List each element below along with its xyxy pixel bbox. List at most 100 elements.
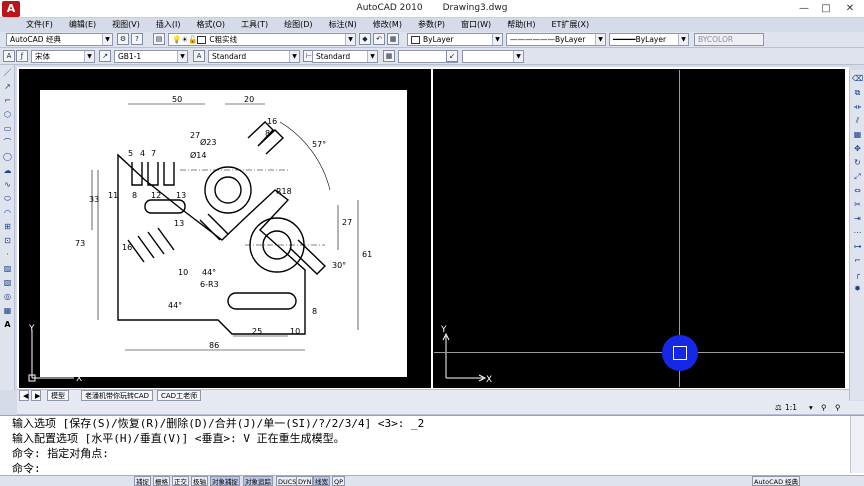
rectangle-icon[interactable]: ▭ (2, 123, 13, 134)
gear-icon[interactable]: ⚙ (117, 33, 129, 45)
menu-help[interactable]: 帮助(H) (501, 18, 545, 32)
status-workspace[interactable]: AutoCAD 经典 (752, 476, 801, 486)
menu-tools[interactable]: 工具(T) (235, 18, 278, 32)
menu-edit[interactable]: 编辑(E) (63, 18, 106, 32)
trim-icon[interactable]: ✂ (852, 199, 863, 210)
layout-tabs: ◀ ▶ 模型 老潘机带你玩转CAD CAD工老师 (17, 389, 849, 401)
status-grid[interactable]: 栅格 (153, 476, 170, 486)
dim-style-select[interactable]: Standard ▼ (312, 50, 378, 63)
status-lineweight[interactable]: 线宽 (313, 476, 330, 486)
layer-manager-icon[interactable]: ▤ (153, 33, 165, 45)
multiline-text-icon[interactable]: A (2, 319, 13, 330)
scale-icon[interactable]: ⤢ (852, 171, 863, 182)
command-input[interactable]: 命令: (12, 461, 864, 475)
color-select[interactable]: ByLayer ▼ (407, 33, 503, 46)
multileader-style-select[interactable]: ▼ (462, 50, 524, 63)
table-style-icon[interactable]: ▦ (383, 50, 395, 62)
hatch-icon[interactable]: ▨ (2, 263, 13, 274)
mirror-icon[interactable]: ⟚ (852, 101, 863, 112)
point-icon[interactable]: · (2, 249, 13, 260)
minimize-button[interactable]: — (796, 2, 812, 15)
ellipse-arc-icon[interactable]: ◠ (2, 207, 13, 218)
tab-layout-2[interactable]: CAD工老师 (157, 390, 202, 401)
text-style-select[interactable]: Standard ▼ (208, 50, 300, 63)
status-ortho[interactable]: 正交 (172, 476, 189, 486)
join-icon[interactable]: ⊶ (852, 241, 863, 252)
arc-icon[interactable]: ⌒ (2, 137, 13, 148)
menu-draw[interactable]: 绘图(D) (278, 18, 322, 32)
line-icon[interactable]: ／ (2, 67, 13, 78)
menu-express[interactable]: ET扩展(X) (545, 18, 599, 32)
menu-window[interactable]: 窗口(W) (455, 18, 501, 32)
maximize-button[interactable]: □ (818, 2, 834, 15)
multileader-style-icon[interactable]: ↙ (446, 50, 458, 62)
menu-file[interactable]: 文件(F) (20, 18, 63, 32)
spline-icon[interactable]: ∿ (2, 179, 13, 190)
offset-icon[interactable]: ⫽ (852, 115, 863, 126)
annotation-visibility-icon[interactable]: ⚲ (821, 401, 827, 414)
gradient-icon[interactable]: ▧ (2, 277, 13, 288)
fillet-icon[interactable]: ╭ (852, 269, 863, 280)
copy-icon[interactable]: ⧉ (852, 87, 863, 98)
status-osnap[interactable]: 对象捕捉 (210, 476, 240, 486)
styles-toolbar: A ƒ 宋体 ▼ ↗ GB1-1 ▼ A Standard ▼ ⊢ Standard ▼… (0, 48, 864, 65)
status-snap[interactable]: 捕捉 (134, 476, 151, 486)
layer-previous-icon[interactable]: ↶ (373, 33, 385, 45)
revision-cloud-icon[interactable]: ☁ (2, 165, 13, 176)
menu-view[interactable]: 视图(V) (106, 18, 150, 32)
table-icon[interactable]: ▦ (2, 305, 13, 316)
font-icon[interactable]: ƒ (16, 50, 28, 62)
erase-icon[interactable]: ⌫ (852, 73, 863, 84)
extend-icon[interactable]: ⇥ (852, 213, 863, 224)
font-select[interactable]: 宋体 ▼ (31, 50, 95, 63)
plotstyle-select[interactable]: BYCOLOR (694, 33, 764, 46)
menu-parametric[interactable]: 参数(P) (412, 18, 455, 32)
ellipse-icon[interactable]: ⬭ (2, 193, 13, 204)
font-style-select[interactable]: GB1-1 ▼ (114, 50, 188, 63)
insert-block-icon[interactable]: ⊞ (2, 221, 13, 232)
linetype-select[interactable]: ——————ByLayer ▼ (506, 33, 606, 46)
polygon-icon[interactable]: ⬡ (2, 109, 13, 120)
status-qp[interactable]: QP (332, 476, 346, 486)
break-icon[interactable]: ⋯ (852, 227, 863, 238)
menu-modify[interactable]: 修改(M) (367, 18, 412, 32)
region-icon[interactable]: ◎ (2, 291, 13, 302)
tab-model[interactable]: 模型 (47, 390, 69, 401)
text-style-manager-icon[interactable]: A (193, 50, 205, 62)
menu-format[interactable]: 格式(O) (190, 18, 235, 32)
menu-dimension[interactable]: 标注(N) (323, 18, 367, 32)
tab-scroll-right[interactable]: ▶ (31, 390, 41, 401)
explode-icon[interactable]: ✸ (852, 283, 863, 294)
circle-icon[interactable]: ◯ (2, 151, 13, 162)
status-dyn[interactable]: DYN (296, 476, 314, 486)
move-icon[interactable]: ✥ (852, 143, 863, 154)
annotation-scale-icon[interactable]: ⚖ (775, 401, 782, 414)
layer-select[interactable]: 💡☀🔓 C粗实线 ▼ (168, 33, 356, 46)
workspace-select[interactable]: AutoCAD 经典 ▼ (6, 33, 113, 46)
help-icon[interactable]: ? (131, 33, 143, 45)
command-scrollbar[interactable] (850, 416, 864, 473)
construction-line-icon[interactable]: ↗ (2, 81, 13, 92)
tab-scroll-left[interactable]: ◀ (19, 390, 29, 401)
style-icon[interactable]: ↗ (99, 50, 111, 62)
close-button[interactable]: ✕ (842, 2, 858, 15)
array-icon[interactable]: ▦ (852, 129, 863, 140)
layer-state-icon[interactable]: ▦ (387, 33, 399, 45)
ucs-icon-right: Y X (440, 325, 492, 384)
status-otrack[interactable]: 对象追踪 (243, 476, 273, 486)
make-block-icon[interactable]: ⊡ (2, 235, 13, 246)
lineweight-select[interactable]: ━━━━━ByLayer ▼ (609, 33, 689, 46)
text-style-icon[interactable]: A (3, 50, 15, 62)
tab-layout-1[interactable]: 老潘机带你玩转CAD (81, 390, 154, 401)
auto-scale-icon[interactable]: ⚲ (835, 401, 841, 414)
polyline-icon[interactable]: ⌐ (2, 95, 13, 106)
chamfer-icon[interactable]: ⌐ (852, 255, 863, 266)
annotation-scale-value[interactable]: 1:1 (785, 401, 797, 414)
status-polar[interactable]: 极轴 (191, 476, 208, 486)
dim-57-deg: 57° (312, 140, 326, 149)
make-current-icon[interactable]: ◆ (359, 33, 371, 45)
rotate-icon[interactable]: ↻ (852, 157, 863, 168)
menu-insert[interactable]: 插入(I) (150, 18, 191, 32)
chevron-down-icon[interactable]: ▾ (809, 401, 813, 414)
stretch-icon[interactable]: ⇔ (852, 185, 863, 196)
